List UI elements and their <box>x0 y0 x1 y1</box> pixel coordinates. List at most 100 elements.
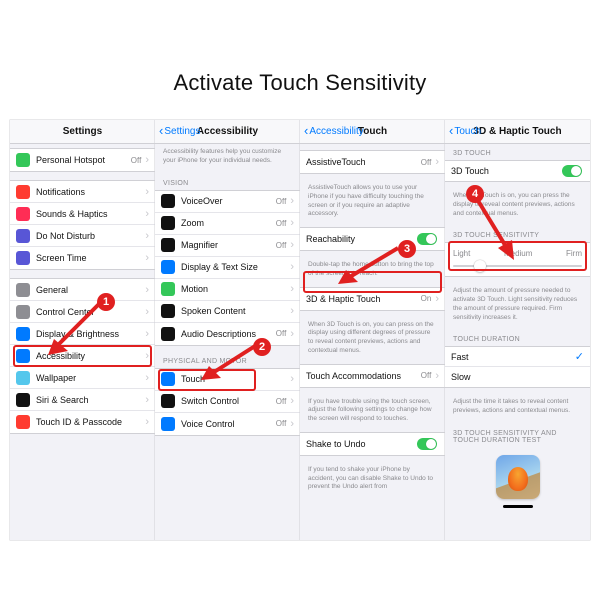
row-value: Off <box>421 158 432 167</box>
row-label: 3D Touch <box>451 166 558 176</box>
vision-row-voiceover[interactable]: VoiceOverOff <box>155 191 300 213</box>
settings-row-wallpaper[interactable]: Wallpaper <box>10 367 155 389</box>
motor-row-voice-control[interactable]: Voice ControlOff <box>155 413 300 435</box>
panel-3d-haptic: Touch 3D & Haptic Touch 3D TOUCH 3D Touc… <box>445 120 590 540</box>
row-assistivetouch[interactable]: AssistiveTouch Off <box>300 151 445 173</box>
3dtouch-toggle[interactable] <box>562 165 582 177</box>
app-icon <box>161 238 175 252</box>
motor-row-touch[interactable]: Touch <box>155 369 300 391</box>
row-label: Notifications <box>36 187 143 197</box>
app-icon <box>16 229 30 243</box>
row-label: Touch ID & Passcode <box>36 417 143 427</box>
settings-row-personal-hotspot[interactable]: Personal HotspotOff <box>10 149 155 171</box>
settings-row-display-brightness[interactable]: Display & Brightness <box>10 323 155 345</box>
shake-toggle[interactable] <box>417 438 437 450</box>
assistivetouch-desc: AssistiveTouch allows you to use your iP… <box>300 180 445 227</box>
row-label: Control Center <box>36 307 143 317</box>
settings-row-touch-id-passcode[interactable]: Touch ID & Passcode <box>10 411 155 433</box>
settings-row-screen-time[interactable]: Screen Time <box>10 247 155 269</box>
settings-row-do-not-disturb[interactable]: Do Not Disturb <box>10 225 155 247</box>
app-icon <box>16 283 30 297</box>
app-icon <box>16 349 30 363</box>
check-icon: ✓ <box>575 350 584 363</box>
section-sensitivity-label: 3D TOUCH SENSITIVITY <box>445 226 590 242</box>
app-icon <box>16 207 30 221</box>
row-label: Display & Brightness <box>36 329 143 339</box>
header-title: Accessibility <box>197 126 258 137</box>
row-label: Wallpaper <box>36 373 143 383</box>
test-photo[interactable] <box>496 455 540 499</box>
row-shake-to-undo[interactable]: Shake to Undo <box>300 433 445 455</box>
row-label: AssistiveTouch <box>306 157 421 167</box>
section-duration-label: TOUCH DURATION <box>445 330 590 346</box>
settings-row-notifications[interactable]: Notifications <box>10 181 155 203</box>
app-icon <box>16 415 30 429</box>
app-icon <box>16 251 30 265</box>
row-value: Off <box>421 371 432 380</box>
panel-settings: Settings Personal HotspotOff Notificatio… <box>10 120 155 540</box>
panel-accessibility: Settings Accessibility Accessibility fea… <box>155 120 300 540</box>
3dtouch-desc: When 3D Touch is on, you can press the d… <box>445 188 590 226</box>
row-label: Touch <box>181 374 288 384</box>
sensitivity-slider[interactable] <box>453 262 582 270</box>
settings-row-accessibility[interactable]: Accessibility <box>10 345 155 367</box>
row-label: Magnifier <box>181 240 276 250</box>
row-duration-slow[interactable]: Slow <box>445 367 590 387</box>
app-icon <box>16 153 30 167</box>
row-value: Off <box>276 219 287 228</box>
row-value: Off <box>131 156 142 165</box>
row-label: VoiceOver <box>181 196 276 206</box>
row-3dtouch[interactable]: 3D Touch <box>445 161 590 181</box>
app-icon <box>161 372 175 386</box>
back-to-touch[interactable]: Touch <box>449 125 481 138</box>
sens-medium: Medium <box>504 249 532 258</box>
home-indicator <box>503 505 533 508</box>
row-duration-fast[interactable]: Fast ✓ <box>445 347 590 367</box>
row-label: 3D & Haptic Touch <box>306 294 421 304</box>
row-label: Zoom <box>181 218 276 228</box>
row-reachability[interactable]: Reachability <box>300 228 445 250</box>
haptic-desc: When 3D Touch is on, you can press on th… <box>300 317 445 364</box>
settings-row-sounds-haptics[interactable]: Sounds & Haptics <box>10 203 155 225</box>
accessibility-intro: Accessibility features help you customiz… <box>155 144 300 174</box>
row-value: Off <box>276 329 287 338</box>
page-title: Activate Touch Sensitivity <box>0 0 600 118</box>
reachability-toggle[interactable] <box>417 233 437 245</box>
sens-firm: Firm <box>566 249 582 258</box>
header-accessibility: Settings Accessibility <box>155 120 300 144</box>
row-label: Display & Text Size <box>181 262 288 272</box>
row-label: Voice Control <box>181 419 276 429</box>
row-value: Off <box>276 197 287 206</box>
row-3d-haptic-touch[interactable]: 3D & Haptic Touch On <box>300 288 445 310</box>
header-title: 3D & Haptic Touch <box>473 126 561 137</box>
motor-row-switch-control[interactable]: Switch ControlOff <box>155 391 300 413</box>
vision-row-magnifier[interactable]: MagnifierOff <box>155 235 300 257</box>
vision-row-spoken-content[interactable]: Spoken Content <box>155 301 300 323</box>
section-motor-label: PHYSICAL AND MOTOR <box>155 352 300 368</box>
row-value: On <box>421 294 432 303</box>
row-label: Do Not Disturb <box>36 231 143 241</box>
panel-touch: Accessibility Touch AssistiveTouch Off A… <box>300 120 445 540</box>
vision-row-display-text-size[interactable]: Display & Text Size <box>155 257 300 279</box>
vision-row-motion[interactable]: Motion <box>155 279 300 301</box>
back-to-settings[interactable]: Settings <box>159 125 200 138</box>
settings-row-control-center[interactable]: Control Center <box>10 301 155 323</box>
settings-row-siri-search[interactable]: Siri & Search <box>10 389 155 411</box>
section-3dtouch-label: 3D TOUCH <box>445 144 590 160</box>
vision-row-zoom[interactable]: ZoomOff <box>155 213 300 235</box>
app-icon <box>161 194 175 208</box>
settings-row-general[interactable]: General <box>10 279 155 301</box>
row-touch-accommodations[interactable]: Touch Accommodations Off <box>300 365 445 387</box>
vision-row-audio-descriptions[interactable]: Audio DescriptionsOff <box>155 323 300 345</box>
app-icon <box>161 282 175 296</box>
row-label: Switch Control <box>181 396 276 406</box>
row-label: Touch Accommodations <box>306 371 421 381</box>
section-vision-label: VISION <box>155 174 300 190</box>
row-value: Off <box>276 397 287 406</box>
back-to-accessibility[interactable]: Accessibility <box>304 125 364 138</box>
header-settings: Settings <box>10 120 155 144</box>
row-label: Shake to Undo <box>306 439 413 449</box>
header-touch: Accessibility Touch <box>300 120 445 144</box>
row-label: Audio Descriptions <box>181 329 276 339</box>
sens-light: Light <box>453 249 470 258</box>
